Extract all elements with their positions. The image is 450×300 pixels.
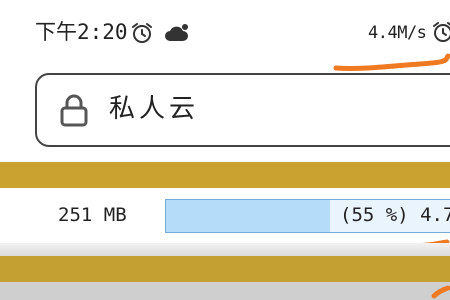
storage-percent-text: (55 %) 4.7 [340,204,450,226]
lock-icon [60,94,88,127]
storage-progress-fill [166,200,330,232]
network-speed: 4.4M/s [368,23,427,43]
divider-strip [0,243,450,256]
phone-screen: 下午2:20 4.4M/s 私人云 251 MB (55 %) 4.7 [0,0,450,300]
cloud-icon [165,24,188,41]
alarm-clock-icon [132,23,152,43]
storage-used: 251 MB [58,204,127,226]
status-bar: 下午2:20 4.4M/s [0,0,450,64]
divider-band [0,256,450,282]
divider-band [0,162,450,188]
status-time: 下午2:20 [35,20,128,44]
alarm-clock-icon [433,22,450,42]
page-title: 私人云 [109,94,200,124]
bottom-strip [0,282,450,300]
private-cloud-header[interactable]: 私人云 [35,73,450,147]
